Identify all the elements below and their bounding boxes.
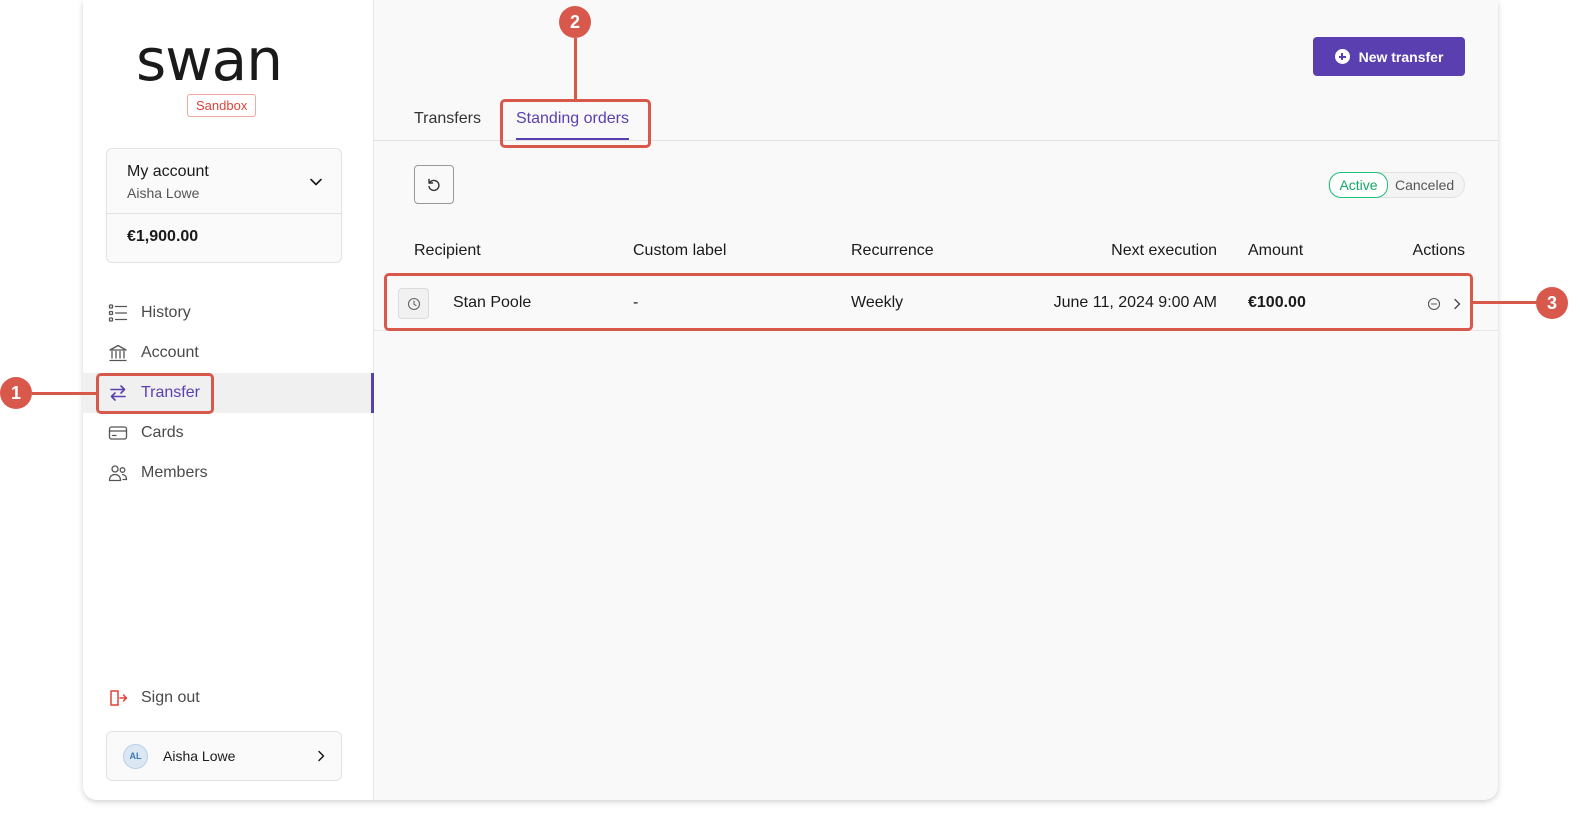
table-header: Recipient Custom label Recurrence Next e… [374,242,1498,264]
column-header-next-execution[interactable]: Next execution [1111,242,1217,260]
account-selector-header[interactable]: My account Aisha Lowe [107,149,341,214]
status-filter-toggle: Active Canceled [1328,172,1465,198]
card-icon [108,423,128,443]
avatar: AL [123,743,148,769]
column-header-recipient[interactable]: Recipient [414,242,481,260]
sidebar-item-history[interactable]: History [83,293,374,333]
annotation-box-standing-orders-tab [500,99,651,148]
plus-circle-icon [1334,49,1350,64]
user-name: Aisha Lowe [163,748,236,764]
column-header-actions: Actions [1412,242,1465,259]
filter-active[interactable]: Active [1329,172,1388,198]
new-transfer-label: New transfer [1358,48,1444,65]
refresh-button[interactable] [414,165,454,204]
app-window: swan Sandbox My account Aisha Lowe €1,90… [83,0,1498,800]
new-transfer-button[interactable]: New transfer [1313,37,1465,76]
chevron-down-icon [310,178,322,186]
sign-out-label: Sign out [141,689,200,706]
swan-logo: swan [136,36,283,86]
sidebar-item-label: Cards [141,424,184,441]
sidebar-item-label: History [141,304,191,321]
sidebar-item-cards[interactable]: Cards [83,413,374,453]
members-icon [108,463,128,483]
account-holder: Aisha Lowe [127,185,200,201]
account-balance: €1,900.00 [127,228,199,245]
history-icon [108,303,128,323]
filter-canceled[interactable]: Canceled [1395,173,1454,197]
annotation-connector-2 [574,38,577,99]
account-selector[interactable]: My account Aisha Lowe €1,900.00 [106,148,342,263]
sign-out-icon [108,688,128,708]
sidebar-item-members[interactable]: Members [83,453,374,493]
chevron-right-icon [318,750,325,762]
annotation-box-transfer-nav [96,373,214,414]
annotation-box-standing-order-row [384,273,1473,331]
annotation-marker-2: 2 [559,6,591,38]
user-profile-card[interactable]: AL Aisha Lowe [106,731,342,781]
sidebar-item-account[interactable]: Account [83,333,374,373]
svg-text:swan: swan [136,36,282,86]
sidebar-item-label: Members [141,464,208,481]
refresh-icon [428,178,440,191]
account-name: My account [127,163,209,180]
column-header-recurrence[interactable]: Recurrence [851,242,934,260]
annotation-connector-1 [32,392,96,395]
sidebar-item-label: Account [141,344,199,361]
sandbox-badge: Sandbox [187,94,257,117]
annotation-connector-3 [1473,301,1537,304]
column-header-custom-label[interactable]: Custom label [633,242,726,260]
tab-transfers[interactable]: Transfers [414,110,481,128]
sign-out-button[interactable]: Sign out [108,688,200,708]
annotation-marker-3: 3 [1536,287,1568,319]
bank-icon [108,343,128,363]
annotation-marker-1: 1 [0,377,32,409]
column-header-amount[interactable]: Amount [1248,242,1303,260]
